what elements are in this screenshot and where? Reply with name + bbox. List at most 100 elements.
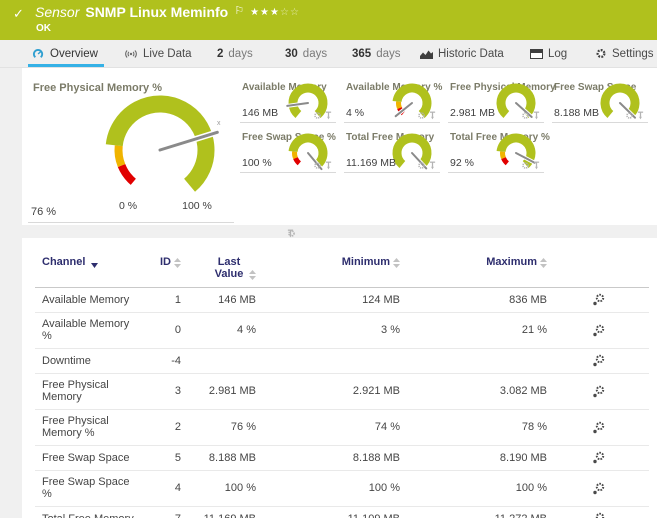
check-icon: ✓ [13,6,24,21]
pin-icon[interactable] [325,111,332,120]
column-label: Channel [42,256,86,268]
sort-icon[interactable] [393,258,400,268]
main-gauge-dial [105,95,221,192]
gear-icon[interactable] [521,161,530,170]
cell: 3.082 MB [400,373,547,410]
gauge-panel-total-free-memory: Total Free Memory % 92 % [448,130,550,173]
gauge-panel-actions [313,111,332,120]
column-header-last-value[interactable]: Last Value [181,256,256,288]
table-row-free-physical-memory: Free Physical Memory % 2 76 % 74 % 78 % [35,409,649,446]
cell: 5 [135,445,181,471]
cell: Available Memory [35,287,135,313]
sensor-title-row: Sensor SNMP Linux Meminfo ⚐ ★★★☆☆ [35,4,300,20]
tab-365-days[interactable]: 365 days [348,40,404,67]
table-row-free-swap-space: Free Swap Space 5 8.188 MB 8.188 MB 8.190 MB [35,445,649,471]
cell: Total Free Memory [35,506,135,518]
cell: Free Swap Space [35,445,135,471]
sensor-title: SNMP Linux Meminfo [85,4,229,20]
tab-overview[interactable]: Overview [28,40,104,67]
cell: 1 [135,287,181,313]
tab-label: days [302,47,328,60]
cell: 100 % [256,470,400,507]
edit-channel-icon[interactable] [592,324,605,337]
edit-channel-icon[interactable] [592,421,605,434]
column-label: ID [160,256,171,268]
gear-icon[interactable] [417,161,426,170]
rating-stars[interactable]: ★★★☆☆ [250,7,300,18]
tab-live-data[interactable]: Live Data [120,40,196,67]
sorted-desc-icon[interactable] [91,263,99,268]
pin-icon[interactable] [637,111,644,120]
cell: 11.109 MB [256,506,400,518]
row-actions [547,445,649,471]
cell: 8.190 MB [400,445,547,471]
edit-channel-icon[interactable] [592,482,605,495]
tab-label: Historic Data [438,47,504,60]
cell: Downtime [35,348,135,374]
edit-channel-icon[interactable] [592,354,605,367]
sort-icon[interactable] [249,270,256,280]
tab-2-days[interactable]: 2 days [213,40,257,67]
tab-label: Live Data [143,47,192,60]
sensor-kind-label: Sensor [35,4,80,20]
log-icon [530,48,543,59]
gauge-panel-available-memory: Available Memory % 4 % [344,80,442,123]
live-icon [125,49,137,58]
cell: -4 [135,348,181,374]
pin-icon[interactable] [533,111,540,120]
cell: 78 % [400,409,547,446]
tab-settings[interactable]: Settings [591,40,657,67]
cell: 3 [135,373,181,410]
edit-channel-icon[interactable] [592,385,605,398]
pin-icon[interactable] [429,161,436,170]
tab-log[interactable]: Log [526,40,571,67]
gauge-panel-actions [625,111,644,120]
column-header-channel[interactable]: Channel [35,256,135,288]
row-actions [547,312,649,349]
cell: 0 [135,312,181,349]
edit-channel-icon[interactable] [592,512,605,518]
column-header-minimum[interactable]: Minimum [256,256,400,288]
gear-icon [596,49,606,58]
cell: Available Memory % [35,312,135,349]
edit-channel-icon[interactable] [592,451,605,464]
gauge-value: 2.981 MB [450,107,495,119]
channel-table-section: Channel ID Last Value Minimum Maximum Avail… [22,238,657,518]
sort-icon[interactable] [540,258,547,268]
status-badge: OK [36,23,51,34]
column-header-maximum[interactable]: Maximum [400,256,547,288]
tab-historic-data[interactable]: Historic Data [416,40,508,67]
gauge-panel-total-free-memory: Total Free Memory 11.169 MB [344,130,440,173]
cell: 100 % [181,470,256,507]
tab-number: 2 [217,47,224,60]
chart-icon [420,50,433,59]
pin-icon[interactable] [533,161,540,170]
gear-icon[interactable] [313,161,322,170]
tab-number: 365 [352,47,372,60]
tab-30-days[interactable]: 30 days [281,40,331,67]
channel-table: Channel ID Last Value Minimum Maximum Avail… [35,256,649,518]
sort-icon[interactable] [174,258,181,268]
column-label: Minimum [341,256,390,268]
cell [400,348,547,374]
edit-channel-icon[interactable] [592,293,605,306]
gear-icon[interactable] [313,111,322,120]
gauge-min-label: 0 % [118,200,138,212]
gear-icon[interactable] [521,111,530,120]
row-actions [547,287,649,313]
gauge-panel-free-physical-memory: Free Physical Memory 2.981 MB [448,80,556,123]
pin-icon[interactable] [325,161,332,170]
column-header-id[interactable]: ID [135,256,181,288]
tab-label: Settings [612,47,654,60]
gauge-value: 11.169 MB [346,157,397,169]
gear-icon[interactable] [417,111,426,120]
gauge-panel-actions [417,111,436,120]
gauges-section: Free Physical Memory % x 0 % 100 % 76 % … [22,68,657,238]
cell: 2.981 MB [181,373,256,410]
gear-icon[interactable] [625,111,634,120]
cell: 21 % [400,312,547,349]
cell: 146 MB [181,287,256,313]
cell: 11.169 MB [181,506,256,518]
pin-icon[interactable] [429,111,436,120]
pin-icon[interactable] [287,229,294,238]
